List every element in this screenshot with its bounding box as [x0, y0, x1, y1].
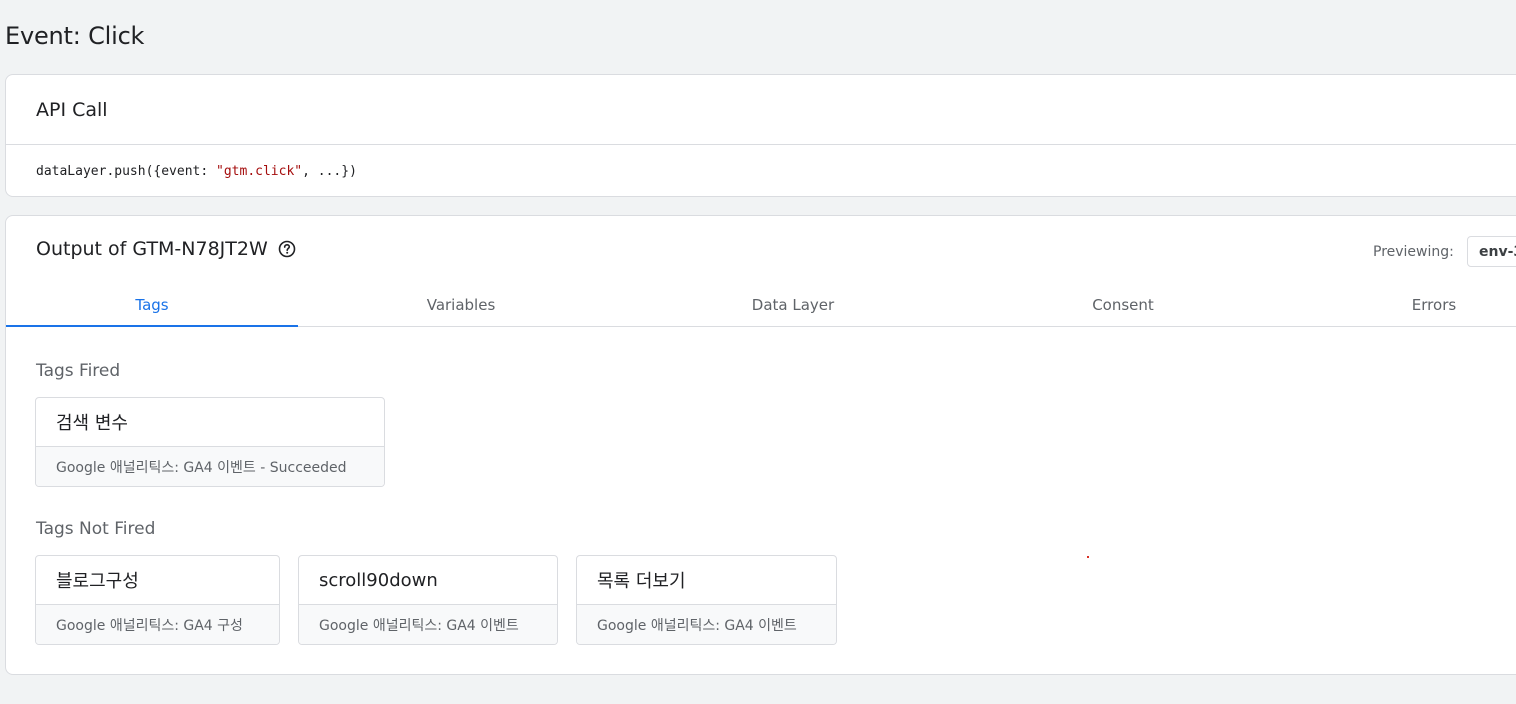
output-tabs: Tags Variables Data Layer Consent Errors: [6, 284, 1516, 327]
tags-fired-label: Tags Fired: [36, 361, 121, 381]
api-call-code: dataLayer.push({event: "gtm.click", ...}…: [6, 145, 1516, 197]
tab-tags[interactable]: Tags: [6, 284, 298, 327]
stray-dot: [1087, 556, 1089, 558]
help-icon[interactable]: [278, 240, 296, 258]
code-suffix: , ...}): [302, 163, 357, 179]
tags-not-fired-label: Tags Not Fired: [36, 519, 156, 539]
tab-variables[interactable]: Variables: [311, 284, 611, 326]
tab-errors[interactable]: Errors: [1284, 284, 1516, 326]
tag-type: Google 애널리틱스: GA4 구성: [36, 605, 279, 644]
tag-type: Google 애널리틱스: GA4 이벤트 - Succeeded: [36, 447, 384, 486]
code-string: "gtm.click": [216, 163, 303, 179]
tag-card-fired[interactable]: 검색 변수 Google 애널리틱스: GA4 이벤트 - Succeeded: [35, 397, 385, 487]
output-header: Output of GTM-N78JT2W: [36, 238, 296, 260]
tag-name: 목록 더보기: [577, 556, 836, 605]
tag-card-not-fired[interactable]: scroll90down Google 애널리틱스: GA4 이벤트: [298, 555, 558, 645]
output-title: Output of GTM-N78JT2W: [36, 238, 268, 260]
tag-card-not-fired[interactable]: 목록 더보기 Google 애널리틱스: GA4 이벤트: [576, 555, 837, 645]
previewing-label: Previewing:: [1373, 244, 1454, 260]
api-call-card: API Call dataLayer.push({event: "gtm.cli…: [5, 74, 1516, 197]
tag-name: scroll90down: [299, 556, 557, 605]
output-card: Output of GTM-N78JT2W Previewing: env-3 …: [5, 215, 1516, 675]
tag-name: 검색 변수: [36, 398, 384, 447]
tab-consent[interactable]: Consent: [973, 284, 1273, 326]
tag-card-not-fired[interactable]: 블로그구성 Google 애널리틱스: GA4 구성: [35, 555, 280, 645]
tag-name: 블로그구성: [36, 556, 279, 605]
code-prefix: dataLayer.push({event:: [36, 163, 217, 179]
tag-type: Google 애널리틱스: GA4 이벤트: [299, 605, 557, 644]
page-title: Event: Click: [5, 22, 145, 50]
tab-data-layer[interactable]: Data Layer: [643, 284, 943, 326]
api-call-title: API Call: [6, 75, 1516, 145]
tag-type: Google 애널리틱스: GA4 이벤트: [577, 605, 836, 644]
environment-selector[interactable]: env-3: [1467, 236, 1516, 267]
